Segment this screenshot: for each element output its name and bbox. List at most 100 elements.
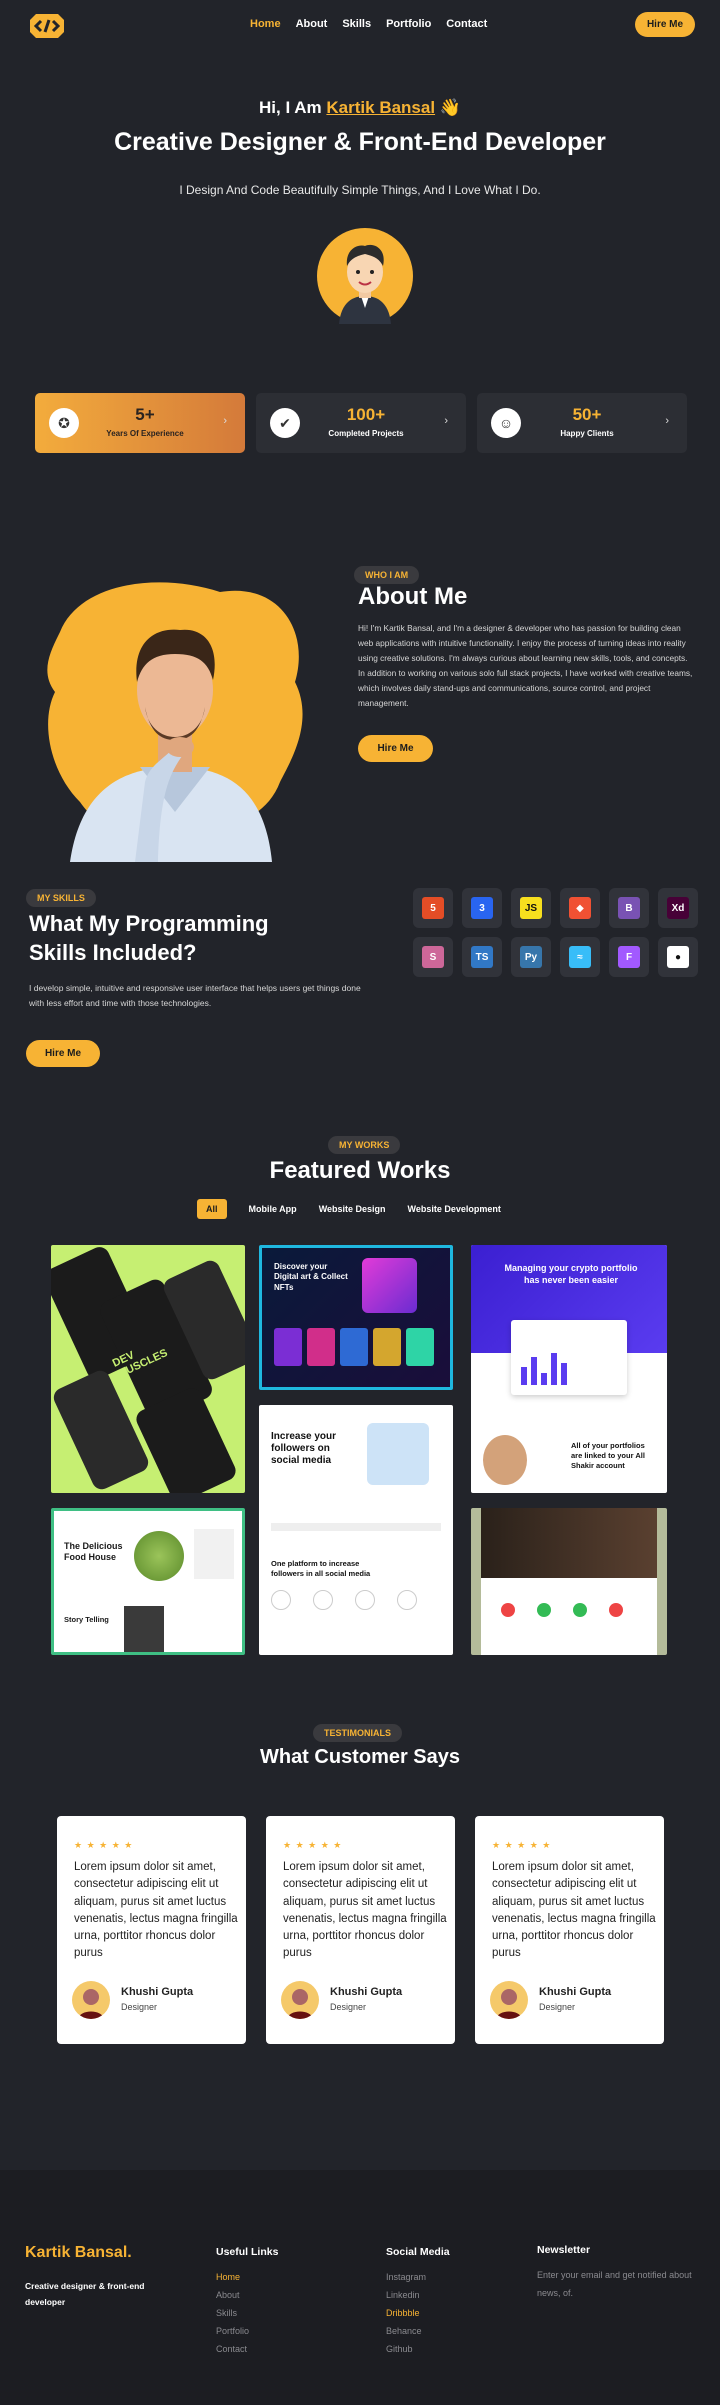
footer-useful-links: Useful Links Home About Skills Portfolio… xyxy=(216,2246,278,2358)
tile-social-title: Increase your followers on social media xyxy=(271,1431,337,1466)
brand-logo-icon[interactable] xyxy=(28,12,66,40)
adobe-xd-icon: Xd xyxy=(667,897,689,919)
tailwind-icon: ≈ xyxy=(569,946,591,968)
work-tile-mobile-app[interactable]: DEV MUSCLES xyxy=(51,1245,245,1493)
nav-skills[interactable]: Skills xyxy=(342,18,371,30)
skill-tile: 3 xyxy=(462,888,502,928)
work-tile-social[interactable]: Increase your followers on social media … xyxy=(259,1405,453,1655)
hero-greeting: Hi, I Am Kartik Bansal 👋 xyxy=(259,98,461,117)
testimonial-card: ★ ★ ★ ★ ★ Lorem ipsum dolor sit amet, co… xyxy=(266,1816,455,2044)
footer-link-contact[interactable]: Contact xyxy=(216,2340,278,2358)
tile-food-sub: Story Telling xyxy=(64,1615,109,1624)
avatar xyxy=(317,228,413,324)
nft-art xyxy=(362,1258,417,1313)
footer-link-behance[interactable]: Behance xyxy=(386,2322,450,2340)
filter-all[interactable]: All xyxy=(197,1199,227,1219)
star-rating-icon: ★ ★ ★ ★ ★ xyxy=(74,1840,134,1850)
stat-card-clients[interactable]: ☺ 50+ Happy Clients › xyxy=(477,393,687,453)
skill-tile: ◆ xyxy=(560,888,600,928)
about-portrait-image xyxy=(47,582,303,862)
stat-number: 100+ xyxy=(346,405,386,424)
chevron-right-icon: › xyxy=(665,415,669,427)
star-rating-icon: ★ ★ ★ ★ ★ xyxy=(492,1840,552,1850)
footer-link-skills[interactable]: Skills xyxy=(216,2304,278,2322)
footer-brand: Kartik Bansal. xyxy=(25,2244,132,2261)
avatar xyxy=(490,1981,528,2019)
stat-number: 5+ xyxy=(135,405,155,424)
skill-tile: JS xyxy=(511,888,551,928)
person-photo xyxy=(367,1423,429,1485)
nav-portfolio[interactable]: Portfolio xyxy=(386,18,431,30)
menu-card xyxy=(194,1529,234,1579)
star-rating-icon: ★ ★ ★ ★ ★ xyxy=(283,1840,343,1850)
footer-link-about[interactable]: About xyxy=(216,2286,278,2304)
typescript-icon: TS xyxy=(471,946,493,968)
filter-website-design[interactable]: Website Design xyxy=(319,1199,386,1219)
footer-link-github[interactable]: Github xyxy=(386,2340,450,2358)
avatar xyxy=(281,1981,319,2019)
newsletter-text: Enter your email and get notified about … xyxy=(537,2270,692,2298)
footer-heading: Useful Links xyxy=(216,2246,279,2258)
html5-icon: 5 xyxy=(422,897,444,919)
tile-food-title: The Delicious Food House xyxy=(64,1541,123,1562)
tile-crypto-title: Managing your crypto portfolio has never… xyxy=(504,1263,638,1285)
work-tile-food[interactable]: The Delicious Food House Story Telling xyxy=(51,1508,245,1655)
work-tile-crypto[interactable]: Managing your crypto portfolio has never… xyxy=(471,1245,667,1493)
work-tile-nft[interactable]: Discover your Digital art & Collect NFTs xyxy=(259,1245,453,1390)
testimonials-title: What Customer Says xyxy=(259,1746,461,1768)
skill-tile: B xyxy=(609,888,649,928)
stat-number: 50+ xyxy=(572,405,602,424)
nav-contact[interactable]: Contact xyxy=(446,18,487,30)
users-icon: ☺ xyxy=(491,408,521,438)
chevron-right-icon: › xyxy=(444,415,448,427)
skill-tile: S xyxy=(413,937,453,977)
skills-hire-me-button[interactable]: Hire Me xyxy=(26,1040,100,1067)
footer-link-dribbble[interactable]: Dribbble xyxy=(386,2304,450,2322)
testimonial-card: ★ ★ ★ ★ ★ Lorem ipsum dolor sit amet, co… xyxy=(57,1816,246,2044)
footer-link-linkedin[interactable]: Linkedin xyxy=(386,2286,450,2304)
python-icon: Py xyxy=(520,946,542,968)
testimonial-quote: Lorem ipsum dolor sit amet, consectetur … xyxy=(492,1861,656,1960)
footer-link-home[interactable]: Home xyxy=(216,2268,278,2286)
tile-nft-title: Discover your Digital art & Collect NFTs xyxy=(274,1262,348,1292)
stat-card-projects[interactable]: ✔ 100+ Completed Projects › xyxy=(256,393,466,453)
skill-tile: Xd xyxy=(658,888,698,928)
nav-home[interactable]: Home xyxy=(250,18,281,30)
person-photo xyxy=(483,1435,527,1485)
footer-heading: Social Media xyxy=(386,2246,450,2258)
testimonial-quote: Lorem ipsum dolor sit amet, consectetur … xyxy=(74,1861,238,1960)
works-tag: MY WORKS xyxy=(328,1136,401,1154)
filter-mobile-app[interactable]: Mobile App xyxy=(249,1199,297,1219)
check-badge-icon: ✔ xyxy=(270,408,300,438)
about-hire-me-button[interactable]: Hire Me xyxy=(358,735,433,762)
stats-row: ✪ 5+ Years Of Experience › ✔ 100+ Comple… xyxy=(35,393,687,453)
reviewer-role: Designer xyxy=(330,2002,367,2012)
nft-card-row xyxy=(274,1328,434,1366)
hero-subtitle: I Design And Code Beautifully Simple Thi… xyxy=(179,183,541,197)
testimonials-tag: TESTIMONIALS xyxy=(313,1724,402,1742)
skill-tile: 5 xyxy=(413,888,453,928)
skill-tile: TS xyxy=(462,937,502,977)
reviewer-name: Khushi Gupta xyxy=(330,1986,403,1998)
sass-icon: S xyxy=(422,946,444,968)
top-navbar: Home About Skills Portfolio Contact Hire… xyxy=(0,0,720,52)
figma-icon: F xyxy=(618,946,640,968)
stat-label: Happy Clients xyxy=(560,429,614,438)
skill-tile: Py xyxy=(511,937,551,977)
footer-link-instagram[interactable]: Instagram xyxy=(386,2268,450,2286)
works-title: Featured Works xyxy=(269,1157,451,1184)
food-bowl-image xyxy=(134,1531,184,1581)
footer-link-portfolio[interactable]: Portfolio xyxy=(216,2322,278,2340)
github-icon: ● xyxy=(667,946,689,968)
nav-hire-me-button[interactable]: Hire Me xyxy=(635,12,695,37)
work-tile-library[interactable] xyxy=(471,1508,667,1655)
reviewer-name: Khushi Gupta xyxy=(121,1986,194,1998)
stat-card-experience[interactable]: ✪ 5+ Years Of Experience › xyxy=(35,393,245,453)
testimonial-card: ★ ★ ★ ★ ★ Lorem ipsum dolor sit amet, co… xyxy=(475,1816,664,2044)
nav-about[interactable]: About xyxy=(296,18,328,30)
footer-heading: Newsletter xyxy=(537,2244,591,2256)
filter-website-development[interactable]: Website Development xyxy=(408,1199,501,1219)
about-text: Hi! I'm Kartik Bansal, and I'm a designe… xyxy=(358,623,693,708)
works-filters: All Mobile App Website Design Website De… xyxy=(197,1199,501,1219)
hero-name: Kartik Bansal xyxy=(326,98,436,117)
